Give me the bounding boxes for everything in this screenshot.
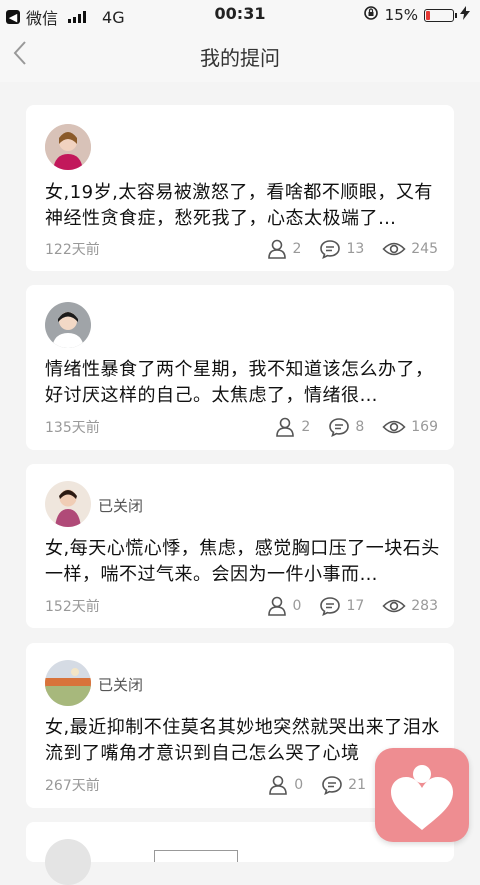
question-text: 女,19岁,太容易被激怒了，看啥都不顺眼，又有神经性贪食症，愁死我了，心态太极端… — [45, 182, 433, 229]
question-text: 情绪性暴食了两个星期，我不知道该怎么办了，好讨厌这样的自己。太焦虑了，情绪很… — [45, 359, 434, 406]
avatar — [45, 839, 91, 885]
charging-icon — [460, 6, 470, 24]
views-stat: 169 — [382, 418, 438, 436]
battery-percent: 15% — [384, 6, 418, 24]
question-meta: 152天前 0 17 283 — [45, 596, 438, 616]
comments-stat: 13 — [319, 239, 364, 259]
avatar — [45, 302, 91, 348]
question-time: 152天前 — [45, 599, 100, 615]
question-meta: 135天前 2 8 169 — [45, 417, 438, 437]
answers-count: 0 — [292, 598, 302, 614]
status-right: 15% — [363, 5, 470, 25]
comment-icon — [320, 240, 341, 259]
eye-icon — [382, 242, 406, 256]
question-time: 267天前 — [45, 778, 100, 794]
closed-badge: 已关闭 — [98, 497, 144, 515]
eye-icon — [382, 420, 406, 434]
comments-stat: 17 — [319, 596, 364, 616]
battery-icon — [424, 8, 457, 22]
status-bar: ◀ 微信 4G 00:31 15% — [0, 0, 480, 28]
user-icon — [276, 417, 295, 437]
comments-count: 17 — [346, 598, 365, 614]
avatar — [45, 660, 91, 706]
image-frame — [154, 850, 238, 862]
question-time: 122天前 — [45, 242, 100, 258]
views-count: 245 — [411, 241, 438, 257]
comment-icon — [329, 418, 350, 437]
comment-icon — [320, 597, 341, 616]
answers-stat: 2 — [274, 417, 310, 437]
heart-person-icon — [391, 765, 453, 830]
question-meta: 122天前 2 13 245 — [45, 239, 438, 259]
comment-icon — [322, 776, 342, 795]
nav-bar: 我的提问 — [0, 28, 480, 82]
answers-stat: 0 — [267, 775, 303, 795]
answers-count: 0 — [294, 777, 304, 793]
avatar — [45, 481, 91, 527]
question-text: 女,每天心慌心悸，焦虑，感觉胸口压了一块石头一样，喘不过气来。会因为一件小事而… — [45, 538, 440, 585]
user-icon — [267, 596, 286, 616]
avatar — [45, 124, 91, 170]
views-stat: 245 — [382, 240, 438, 258]
answers-stat: 0 — [266, 596, 302, 616]
views-count: 283 — [411, 598, 438, 614]
closed-badge: 已关闭 — [98, 676, 144, 694]
comments-count: 21 — [348, 777, 366, 793]
comments-count: 13 — [346, 241, 365, 257]
rotation-lock-icon — [363, 5, 379, 25]
question-card[interactable]: 情绪性暴食了两个星期，我不知道该怎么办了，好讨厌这样的自己。太焦虑了，情绪很… … — [26, 285, 454, 450]
page-title: 我的提问 — [200, 46, 280, 70]
battery-level — [426, 10, 430, 20]
question-card[interactable]: 女,19岁,太容易被激怒了，看啥都不顺眼，又有神经性贪食症，愁死我了，心态太极端… — [26, 105, 454, 271]
user-icon — [269, 775, 288, 795]
answers-count: 2 — [301, 419, 311, 435]
views-count: 169 — [411, 419, 438, 435]
comments-stat: 8 — [328, 417, 364, 437]
comments-stat: 21 — [321, 775, 366, 795]
question-card[interactable]: 已关闭 女,每天心慌心悸，焦虑，感觉胸口压了一块石头一样，喘不过气来。会因为一件… — [26, 464, 454, 628]
views-stat: 283 — [382, 597, 438, 615]
answers-count: 2 — [292, 241, 302, 257]
eye-icon — [382, 599, 406, 613]
question-time: 135天前 — [45, 420, 100, 436]
user-icon — [267, 239, 286, 259]
answers-stat: 2 — [266, 239, 302, 259]
heart-fab-button[interactable] — [375, 748, 469, 842]
comments-count: 8 — [355, 419, 365, 435]
